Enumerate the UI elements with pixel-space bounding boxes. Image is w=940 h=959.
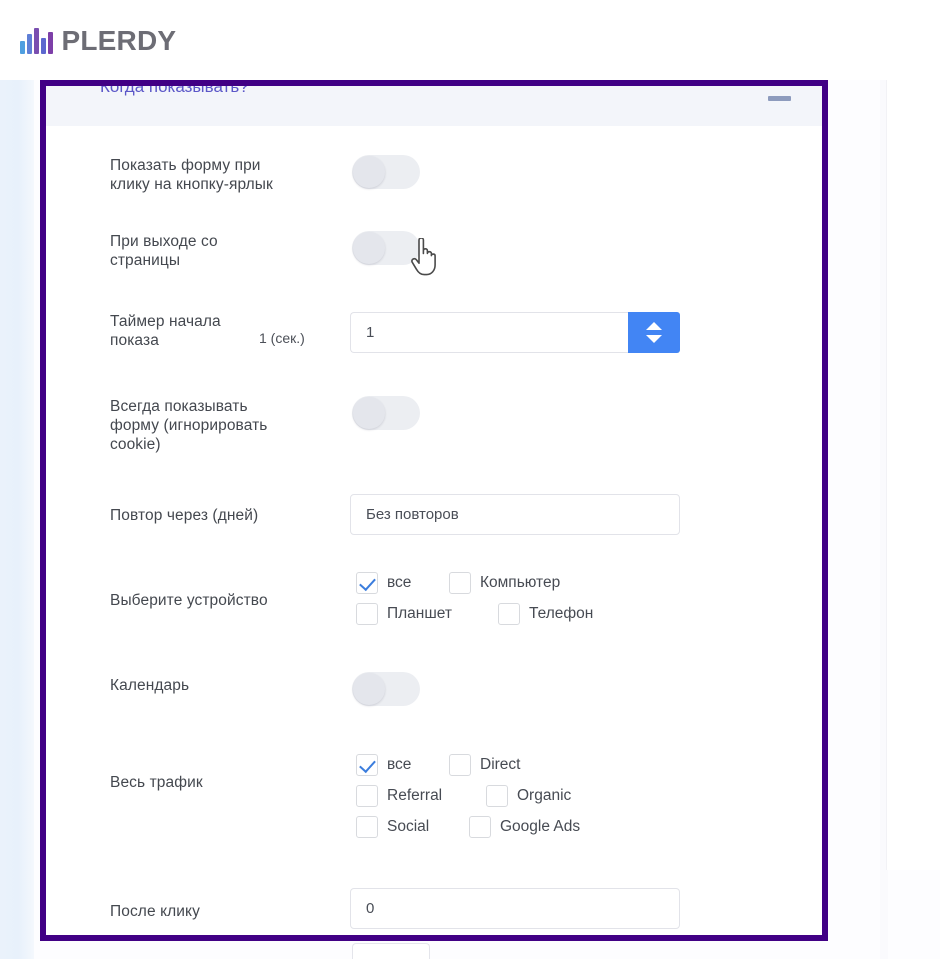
label-line-1: Всегда показывать bbox=[110, 398, 248, 415]
checkbox-box[interactable] bbox=[486, 785, 508, 807]
triangle-down-icon[interactable] bbox=[646, 335, 662, 343]
toggle-knob bbox=[353, 232, 385, 264]
toggle-knob bbox=[353, 673, 385, 705]
checkbox-box[interactable] bbox=[469, 816, 491, 838]
checkbox-box[interactable] bbox=[356, 785, 378, 807]
label-line-2: форму (игнорировать bbox=[110, 417, 268, 434]
toggle-knob bbox=[353, 397, 385, 429]
checkbox-box[interactable] bbox=[356, 572, 378, 594]
label-line-2: страницы bbox=[110, 252, 181, 269]
checkbox-label: Direct bbox=[480, 756, 521, 773]
toggle-exit-intent[interactable] bbox=[352, 231, 420, 265]
label-show-on-tab-click: Показать форму при клику на кнопку-ярлык bbox=[110, 156, 310, 194]
checkbox-label: Планшет bbox=[387, 605, 453, 622]
checkbox-label: Organic bbox=[517, 787, 572, 804]
checkbox-label: все bbox=[387, 574, 412, 591]
right-card-background bbox=[886, 80, 940, 870]
toggle-show-on-tab-click[interactable] bbox=[352, 155, 420, 189]
checkbox-label: Компьютер bbox=[480, 574, 561, 591]
checkbox-traffic-google-ads[interactable]: Google Ads bbox=[469, 816, 580, 838]
bar-chart-logo-icon bbox=[20, 28, 53, 54]
checkbox-box[interactable] bbox=[449, 572, 471, 594]
label-line-2: клику на кнопку-ярлык bbox=[110, 176, 273, 193]
toggle-calendar[interactable] bbox=[352, 672, 420, 706]
label-repeat-days: Повтор через (дней) bbox=[110, 507, 259, 524]
label-line-2: показа bbox=[110, 332, 159, 349]
checkbox-label: все bbox=[387, 756, 412, 773]
traffic-checkbox-group: все Direct Referral Organic Social Googl… bbox=[356, 754, 696, 854]
label-always-show: Всегда показывать форму (игнорировать co… bbox=[110, 397, 310, 454]
start-timer-input[interactable]: 1 bbox=[350, 312, 628, 353]
stepper-buttons[interactable] bbox=[628, 312, 680, 353]
checkbox-device-phone[interactable]: Телефон bbox=[498, 603, 593, 625]
checkbox-device-tablet[interactable]: Планшет bbox=[356, 603, 452, 625]
brand-name: PLERDY bbox=[61, 25, 177, 56]
panel-form-body: Показать форму при клику на кнопку-ярлык… bbox=[46, 126, 822, 935]
repeat-days-select[interactable]: Без повторов bbox=[350, 494, 680, 535]
checkbox-traffic-social[interactable]: Social bbox=[356, 816, 429, 838]
label-exit-intent: При выходе со страницы bbox=[110, 232, 310, 270]
page-left-gutter bbox=[0, 80, 34, 959]
panel-title: Когда показывать? bbox=[100, 77, 249, 96]
checkbox-device-desktop[interactable]: Компьютер bbox=[449, 572, 560, 594]
panel-header[interactable]: Когда показывать? bbox=[46, 77, 822, 126]
minimize-icon[interactable] bbox=[768, 96, 791, 101]
triangle-up-icon[interactable] bbox=[646, 322, 662, 330]
checkbox-traffic-referral[interactable]: Referral bbox=[356, 785, 442, 807]
checkbox-device-all[interactable]: все bbox=[356, 572, 411, 594]
label-line-1: Показать форму при bbox=[110, 157, 261, 174]
checkbox-traffic-direct[interactable]: Direct bbox=[449, 754, 520, 776]
checkbox-box[interactable] bbox=[498, 603, 520, 625]
checkbox-traffic-all[interactable]: все bbox=[356, 754, 411, 776]
label-all-traffic: Весь трафик bbox=[110, 774, 203, 791]
checkbox-box[interactable] bbox=[356, 603, 378, 625]
label-after-click: После клику bbox=[110, 903, 200, 920]
screen-root: PLERDY Когда показывать? Показать форму … bbox=[0, 0, 940, 959]
label-start-timer: Таймер начала показа bbox=[110, 312, 260, 350]
brand-bar: PLERDY bbox=[0, 0, 940, 80]
checkbox-label: Телефон bbox=[529, 605, 594, 622]
toggle-knob bbox=[353, 156, 385, 188]
checkbox-box[interactable] bbox=[449, 754, 471, 776]
checkbox-box[interactable] bbox=[356, 754, 378, 776]
checkbox-label: Google Ads bbox=[500, 818, 581, 835]
checkbox-label: Referral bbox=[387, 787, 443, 804]
label-select-device: Выберите устройство bbox=[110, 592, 268, 609]
start-timer-unit: 1 (сек.) bbox=[259, 330, 305, 346]
next-field-peek bbox=[352, 943, 430, 959]
checkbox-traffic-organic[interactable]: Organic bbox=[486, 785, 571, 807]
checkbox-box[interactable] bbox=[356, 816, 378, 838]
label-line-3: cookie) bbox=[110, 436, 161, 453]
plerdy-logo[interactable]: PLERDY bbox=[20, 25, 177, 56]
label-line-1: При выходе со bbox=[110, 233, 218, 250]
device-checkbox-group: все Компьютер Планшет Телефон bbox=[356, 572, 686, 644]
checkbox-label: Social bbox=[387, 818, 430, 835]
toggle-always-show[interactable] bbox=[352, 396, 420, 430]
after-click-input[interactable]: 0 bbox=[350, 888, 680, 929]
label-calendar: Календарь bbox=[110, 677, 190, 694]
start-timer-stepper[interactable]: 1 bbox=[350, 312, 680, 353]
label-line-1: Таймер начала bbox=[110, 313, 221, 330]
